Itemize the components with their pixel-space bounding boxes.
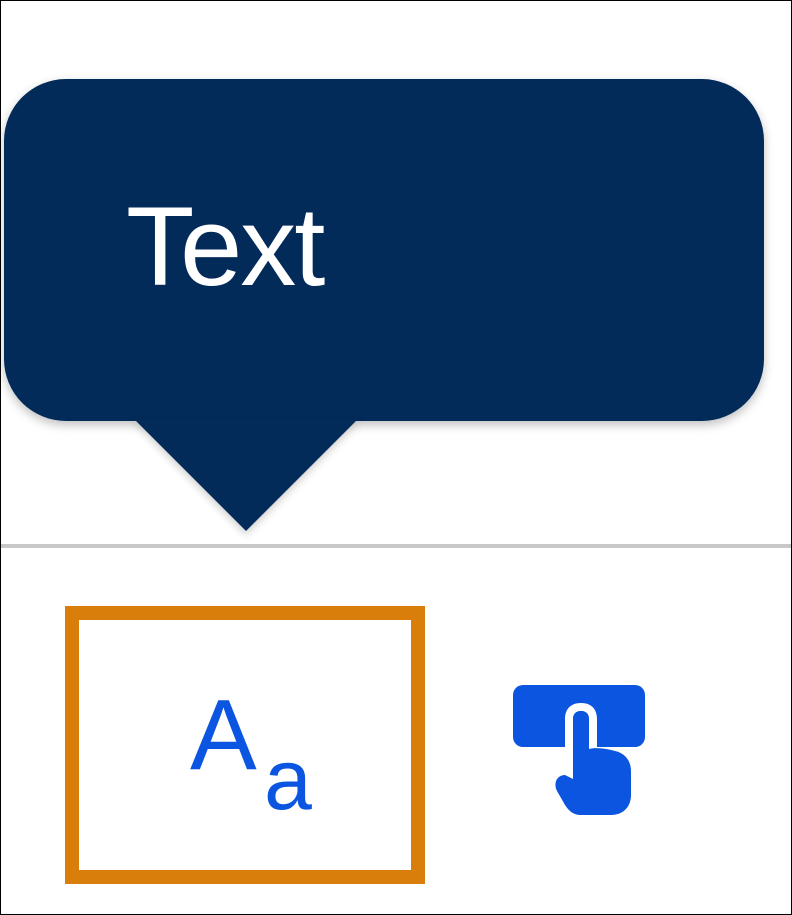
text-icon-small-glyph: a — [264, 732, 312, 811]
touch-tool-button[interactable] — [511, 683, 647, 819]
tooltip — [4, 79, 764, 421]
tooltip-label: Text — [126, 184, 325, 309]
text-format-icon: A a — [186, 679, 326, 828]
text-icon-large-glyph: A — [190, 681, 257, 791]
toolbar-divider — [1, 544, 791, 548]
tooltip-arrow — [134, 419, 358, 531]
app-frame: Text A a — [0, 0, 792, 915]
touch-gesture-icon — [513, 685, 645, 815]
